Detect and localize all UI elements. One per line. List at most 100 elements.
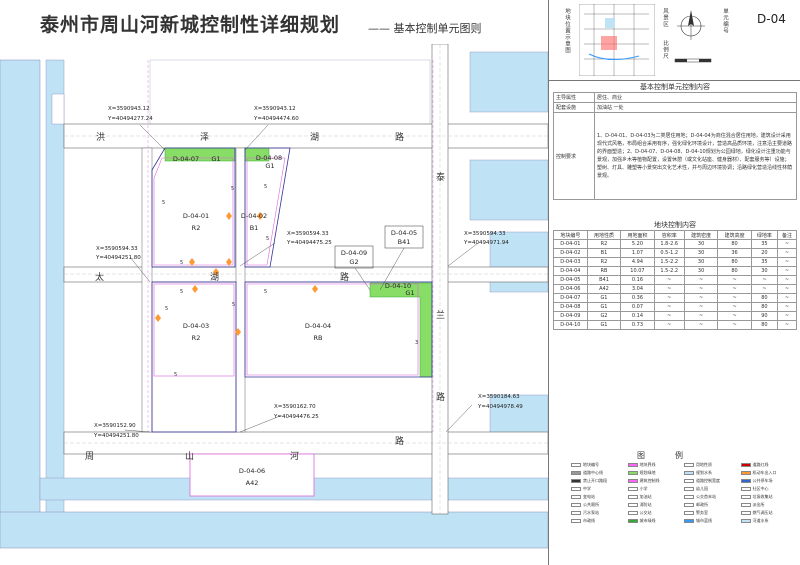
table-cell: ~ [750,275,779,285]
legend-label: 机动车出入口 [752,470,777,476]
table-cell: ~ [717,311,752,321]
table-cell: 80 [750,293,779,303]
road-label: 河 [290,450,299,462]
plot-code: D-04-07 [173,155,199,163]
table-cell: ~ [683,293,719,303]
table-cell: ~ [683,284,719,294]
plot-use: A42 [246,479,259,487]
table-cell: G1 [586,302,622,312]
table-cell: ~ [777,257,797,267]
minimap-legend-label: 风景区 [662,8,668,28]
setback-value: 5 [180,289,183,295]
legend-label: 禁止开口路段 [583,478,607,484]
table-cell: 5.20 [620,239,655,249]
legend-label: 垃圾收集站 [752,494,773,500]
table-row: D-04-02 B1 1.07 0.5-1.2 30 36 20 ~ [553,248,797,258]
table-cell: 30 [683,266,719,276]
table-cell: ~ [683,320,719,330]
legend-item: 警务室 [684,510,741,517]
legend-label: 派出所 [752,502,765,508]
table-row: 配套设施 加油站 一处 [553,102,797,113]
legend-swatch-icon [740,503,751,508]
plot-table: 地块编号 用地性质 用地面积 容积率 建筑密度 建筑高度 绿地率 备注 D-04… [553,230,797,330]
legend-label: 加油站 [639,494,652,500]
column-header: 地块编号 [553,230,588,240]
table-row: D-04-10 G1 0.73 ~ ~ ~80 ~ [553,320,797,330]
plot-code: D-04-06 [239,467,265,475]
table-cell: ~ [653,311,685,321]
table-cell: 10.07 [620,266,655,276]
legend-item: 公共停车场 [740,478,798,485]
legend-item: 规划绿地 [627,470,685,477]
table-cell: D-04-05 [553,275,588,285]
setback-value: 5 [162,200,165,206]
legend-item: 垃圾收集站 [740,494,798,501]
legend-swatch-icon [684,471,694,476]
road-label: 路 [395,435,404,447]
coord-y: Y=40494474.60 [253,116,299,122]
table-cell: ~ [777,284,797,294]
table-cell: D-04-07 [553,293,588,303]
legend-label: 邮政所 [696,502,708,508]
scale-bar-icon [674,58,712,63]
legend-item: 中学 [571,486,628,493]
legend-label: 幼儿园 [696,486,708,492]
legend-label: 燃气调压站 [752,510,773,516]
legend-label: 道路控制宽度 [696,478,720,484]
table-cell: 30 [750,266,779,276]
table-cell: 配套设施 [553,102,595,113]
table-cell: 主导属性 [553,92,595,103]
column-header: 用地性质 [586,230,622,240]
plot-use: B41 [398,238,411,246]
legend-swatch-icon [684,487,694,492]
column-header: 建筑密度 [683,230,719,240]
table-cell: ~ [777,320,797,330]
coord-x: X=3590162.70 [274,404,316,410]
table-cell: 3.04 [620,284,655,294]
legend-swatch-icon [740,471,751,476]
table-cell: ~ [750,284,779,294]
location-minimap: 地块位置示意图 风景区 比例尺 单元编号 D-04 [549,0,800,81]
legend-label: 城市蓝线 [696,518,712,524]
legend-swatch-icon [684,463,694,468]
legend-item: 地块界线 [627,462,685,469]
table-cell: ~ [717,320,752,330]
coord-x: X=3590594.33 [287,231,329,237]
plot-use: R2 [192,224,201,232]
legend-item: 道路控制宽度 [684,478,741,485]
legend-item: 社区中心 [740,486,798,493]
table-cell: 36 [717,248,752,258]
plot-code: D-04-08 [256,154,282,162]
table-cell: B41 [586,275,622,285]
legend-label: 市政线 [583,518,595,524]
plot-code: D-04-01 [183,212,209,220]
legend-item: 公交首末站 [684,494,741,501]
table-cell: 80 [717,257,752,267]
setback-value: 5 [264,184,267,190]
table-cell: 0.5-1.2 [653,248,685,258]
coord-x: X=3590594.33 [464,231,506,237]
road-label: 路 [436,391,445,403]
legend-item: 公交站 [627,510,685,517]
legend-swatch-icon [627,487,638,492]
control-table: 主导属性 居住、商业 配套设施 加油站 一处 控制要求 1、D-04-01、D-… [553,92,797,200]
table-cell: ~ [777,275,797,285]
table-cell: ~ [777,293,797,303]
legend-label: 公共厕所 [583,502,599,508]
table-cell: 35 [750,239,779,249]
legend-swatch-icon [571,511,581,516]
table-cell: ~ [717,275,752,285]
table-cell: G2 [586,311,622,321]
legend-swatch-icon [571,479,581,484]
legend-swatch-icon [571,471,581,476]
plot-code: D-04-09 [341,249,367,257]
setback-value: 3 [415,340,418,346]
table-cell: R2 [586,257,622,267]
coord-y: Y=40494475.25 [286,240,332,246]
road-label: 湖 [210,272,219,283]
plot-code: D-04-05 [391,229,417,237]
page-title: 泰州市周山河新城控制性详细规划 [40,14,341,36]
plot-use: RB [314,334,323,342]
legend-label: 规划绿地 [639,470,656,476]
legend-swatch-icon [627,471,638,476]
